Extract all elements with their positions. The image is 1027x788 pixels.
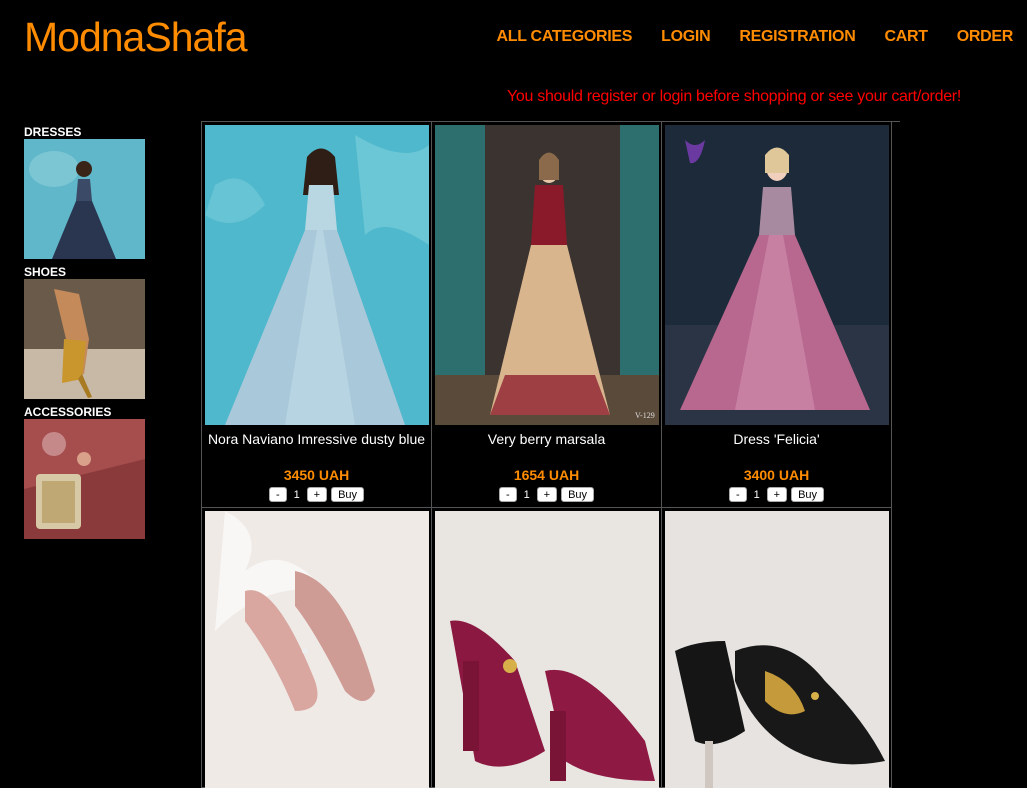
quantity-value: 1 (753, 488, 760, 501)
product-image[interactable] (665, 125, 889, 425)
login-notice: You should register or login before shop… (507, 88, 961, 105)
product-image[interactable] (665, 511, 889, 788)
quantity-value: 1 (523, 488, 530, 501)
sidebar-item-label: ACCESSORIES (24, 405, 112, 419)
product-card: Dress 'Felicia' 3400 UAH - 1 + Buy (662, 122, 892, 508)
product-price: 3450 UAH (283, 467, 350, 483)
sidebar-item-label: DRESSES (24, 125, 82, 139)
product-card: V-129 Very berry marsala 1654 UAH - 1 + … (432, 122, 662, 508)
nav-registration[interactable]: REGISTRATION (739, 28, 855, 46)
shoes-thumbnail[interactable] (24, 279, 145, 399)
quantity-value: 1 (293, 488, 300, 501)
increase-qty-button[interactable]: + (536, 487, 558, 502)
sidebar-item-label: SHOES (24, 265, 67, 279)
increase-qty-button[interactable]: + (306, 487, 328, 502)
product-name[interactable]: Very berry marsala (435, 431, 658, 467)
main-nav: ALL CATEGORIES LOGIN REGISTRATION CART O… (468, 28, 1014, 46)
dresses-thumbnail[interactable] (24, 139, 145, 259)
category-sidebar: DRESSES SHOES ACCESSORIES (24, 125, 146, 545)
product-image[interactable]: V-129 (435, 125, 659, 425)
image-watermark-label: V-129 (635, 411, 655, 420)
product-card: Nora Naviano Imressive dusty blue 3450 U… (202, 122, 432, 508)
quantity-stepper: - 1 + Buy (665, 487, 888, 502)
increase-qty-button[interactable]: + (766, 487, 788, 502)
sidebar-item-accessories[interactable]: ACCESSORIES (24, 405, 146, 539)
product-price: 3400 UAH (743, 467, 810, 483)
buy-button[interactable]: Buy (791, 487, 825, 502)
product-image[interactable] (435, 511, 659, 788)
decrease-qty-button[interactable]: - (728, 487, 747, 502)
product-card (202, 508, 432, 788)
product-price: 1654 UAH (513, 467, 580, 483)
decrease-qty-button[interactable]: - (498, 487, 517, 502)
product-name[interactable]: Nora Naviano Imressive dusty blue (205, 431, 428, 467)
product-card (432, 508, 662, 788)
nav-order[interactable]: ORDER (957, 28, 1014, 46)
product-image[interactable] (205, 125, 429, 425)
product-image[interactable] (205, 511, 429, 788)
sidebar-item-shoes[interactable]: SHOES (24, 265, 146, 399)
buy-button[interactable]: Buy (331, 487, 365, 502)
quantity-stepper: - 1 + Buy (205, 487, 428, 502)
nav-all-categories[interactable]: ALL CATEGORIES (497, 28, 633, 46)
product-grid: Nora Naviano Imressive dusty blue 3450 U… (201, 121, 900, 788)
sidebar-item-dresses[interactable]: DRESSES (24, 125, 146, 259)
quantity-stepper: - 1 + Buy (435, 487, 658, 502)
decrease-qty-button[interactable]: - (268, 487, 287, 502)
nav-login[interactable]: LOGIN (661, 28, 710, 46)
nav-cart[interactable]: CART (884, 28, 928, 46)
product-name[interactable]: Dress 'Felicia' (665, 431, 888, 467)
buy-button[interactable]: Buy (561, 487, 595, 502)
product-card (662, 508, 892, 788)
accessories-thumbnail[interactable] (24, 419, 145, 539)
site-logo[interactable]: ModnaShafa (24, 14, 248, 61)
